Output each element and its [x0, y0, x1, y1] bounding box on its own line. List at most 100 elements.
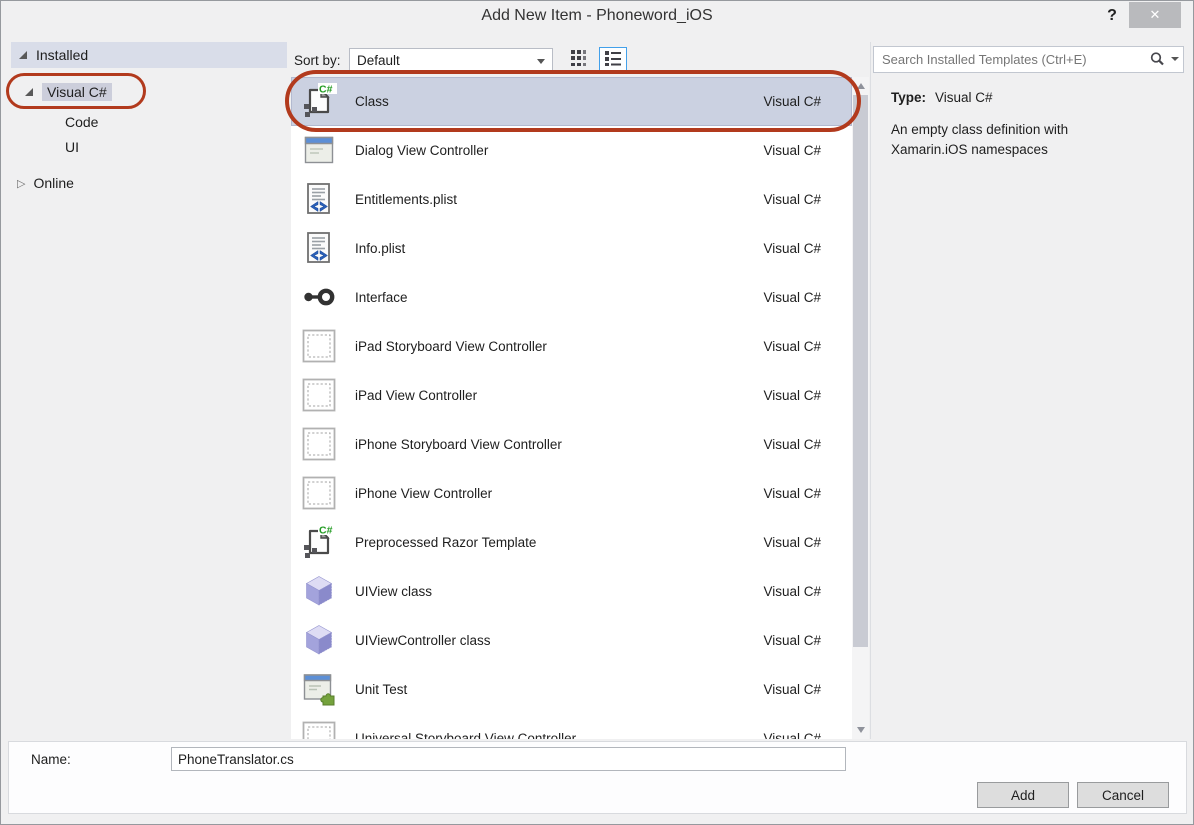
- vertical-scrollbar[interactable]: [852, 77, 869, 739]
- expander-collapsed-icon[interactable]: [17, 177, 25, 190]
- template-list-item[interactable]: Interface Visual C#: [291, 273, 852, 322]
- sidebar-item-online[interactable]: Online: [17, 172, 74, 194]
- template-language: Visual C#: [763, 273, 821, 322]
- type-label: Type:: [891, 90, 926, 105]
- template-name: iPhone View Controller: [355, 469, 492, 518]
- template-list-item[interactable]: UIViewController class Visual C#: [291, 616, 852, 665]
- template-language: Visual C#: [763, 175, 821, 224]
- svg-text:C#: C#: [319, 525, 333, 537]
- template-language: Visual C#: [763, 371, 821, 420]
- sidebar-item-label: Visual C#: [42, 83, 112, 101]
- plist-icon: [301, 230, 337, 266]
- scroll-down-button[interactable]: [852, 722, 869, 738]
- template-name: UIViewController class: [355, 616, 491, 665]
- dashed-square-icon: [301, 475, 337, 511]
- scroll-up-icon: [857, 83, 865, 89]
- sidebar-item-label: UI: [65, 139, 79, 155]
- chevron-down-icon: [537, 59, 545, 64]
- template-language: Visual C#: [763, 77, 821, 126]
- csharp-class-icon: C#: [301, 524, 337, 560]
- template-language: Visual C#: [763, 665, 821, 714]
- expander-expanded-icon[interactable]: [25, 88, 33, 96]
- title-bar[interactable]: Add New Item - Phoneword_iOS ? ✕: [1, 1, 1193, 31]
- scroll-down-icon: [857, 727, 865, 733]
- scrollbar-thumb[interactable]: [853, 95, 868, 647]
- add-new-item-dialog: Add New Item - Phoneword_iOS ? ✕ Install…: [0, 0, 1194, 825]
- sidebar-category-installed[interactable]: Installed: [11, 42, 287, 68]
- scroll-up-button[interactable]: [852, 78, 869, 94]
- svg-text:C#: C#: [319, 84, 333, 96]
- template-list-item[interactable]: iPhone View Controller Visual C#: [291, 469, 852, 518]
- sort-by-dropdown[interactable]: Default: [349, 48, 553, 73]
- list-view-button[interactable]: [599, 47, 627, 74]
- template-language: Visual C#: [763, 567, 821, 616]
- help-icon: ?: [1107, 7, 1117, 24]
- template-name: iPhone Storyboard View Controller: [355, 420, 562, 469]
- template-name: UIView class: [355, 567, 432, 616]
- template-name: Interface: [355, 273, 408, 322]
- template-list-item[interactable]: Info.plistVisual C#: [291, 224, 852, 273]
- template-list-item[interactable]: iPhone Storyboard View ControllerVisual …: [291, 420, 852, 469]
- expander-expanded-icon[interactable]: [19, 51, 27, 59]
- template-name: iPad Storyboard View Controller: [355, 322, 547, 371]
- search-input[interactable]: [873, 46, 1184, 73]
- search-options-caret-icon[interactable]: [1171, 57, 1179, 61]
- small-icons-view-button[interactable]: [567, 49, 591, 73]
- template-list-item[interactable]: Universal Storyboard View Controller Visu…: [291, 714, 852, 739]
- dashed-square-icon: [301, 720, 337, 739]
- plist-icon: [301, 181, 337, 217]
- template-list-item[interactable]: C# Preprocessed Razor Template Visual C#: [291, 518, 852, 567]
- template-list-item[interactable]: iPad View ControllerVisual C#: [291, 371, 852, 420]
- template-type-row: Type: Visual C#: [891, 90, 993, 105]
- dashed-square-icon: [301, 377, 337, 413]
- template-list: C# Class Visual C# Dialog View Controller Vi…: [291, 77, 852, 739]
- dashed-square-icon: [301, 426, 337, 462]
- template-list-item[interactable]: Entitlements.plist Visual C#: [291, 175, 852, 224]
- template-list-item[interactable]: iPad Storyboard View Controller Visual C#: [291, 322, 852, 371]
- magnifier-icon[interactable]: [1149, 51, 1165, 67]
- template-language: Visual C#: [763, 322, 821, 371]
- template-name: Preprocessed Razor Template: [355, 518, 536, 567]
- sidebar-item-ui[interactable]: UI: [65, 136, 79, 158]
- name-label: Name:: [31, 748, 71, 772]
- sort-by-value: Default: [357, 53, 400, 68]
- sidebar-item-visual-csharp[interactable]: Visual C#: [25, 81, 112, 103]
- template-name: Class: [355, 77, 389, 126]
- name-input[interactable]: [171, 747, 846, 771]
- panel-divider: [870, 42, 871, 739]
- template-language: Visual C#: [763, 126, 821, 175]
- sidebar-item-code[interactable]: Code: [65, 111, 98, 133]
- cube-icon: [301, 622, 337, 658]
- close-icon: ✕: [1150, 7, 1161, 22]
- sort-by-label: Sort by:: [294, 49, 341, 73]
- template-name: Universal Storyboard View Controller: [355, 714, 576, 739]
- template-list-item[interactable]: UIView class Visual C#: [291, 567, 852, 616]
- dashed-square-icon: [301, 328, 337, 364]
- template-language: Visual C#: [763, 224, 821, 273]
- cancel-button[interactable]: Cancel: [1077, 782, 1169, 808]
- type-value: Visual C#: [935, 90, 993, 105]
- sidebar-item-label: Online: [33, 175, 73, 191]
- csharp-class-icon: C#: [301, 83, 337, 119]
- dialog-title: Add New Item - Phoneword_iOS: [1, 1, 1193, 31]
- unit-test-icon: [301, 671, 337, 707]
- template-list-item[interactable]: Dialog View Controller Visual C#: [291, 126, 852, 175]
- template-name: Entitlements.plist: [355, 175, 457, 224]
- template-description: An empty class definition with Xamarin.i…: [891, 120, 1126, 160]
- help-button[interactable]: ?: [1101, 4, 1123, 28]
- cube-icon: [301, 573, 337, 609]
- template-language: Visual C#: [763, 616, 821, 665]
- template-name: Dialog View Controller: [355, 126, 488, 175]
- close-button[interactable]: ✕: [1129, 2, 1181, 28]
- interface-icon: [301, 279, 337, 315]
- add-button[interactable]: Add: [977, 782, 1069, 808]
- template-language: Visual C#: [763, 714, 821, 739]
- template-language: Visual C#: [763, 518, 821, 567]
- template-name: Unit Test: [355, 665, 407, 714]
- window-icon: [301, 132, 337, 168]
- template-language: Visual C#: [763, 469, 821, 518]
- sidebar-item-label: Code: [65, 114, 98, 130]
- template-list-item[interactable]: Unit Test Visual C#: [291, 665, 852, 714]
- sidebar-category-label: Installed: [36, 47, 88, 63]
- template-list-item[interactable]: C# Class Visual C#: [291, 77, 852, 126]
